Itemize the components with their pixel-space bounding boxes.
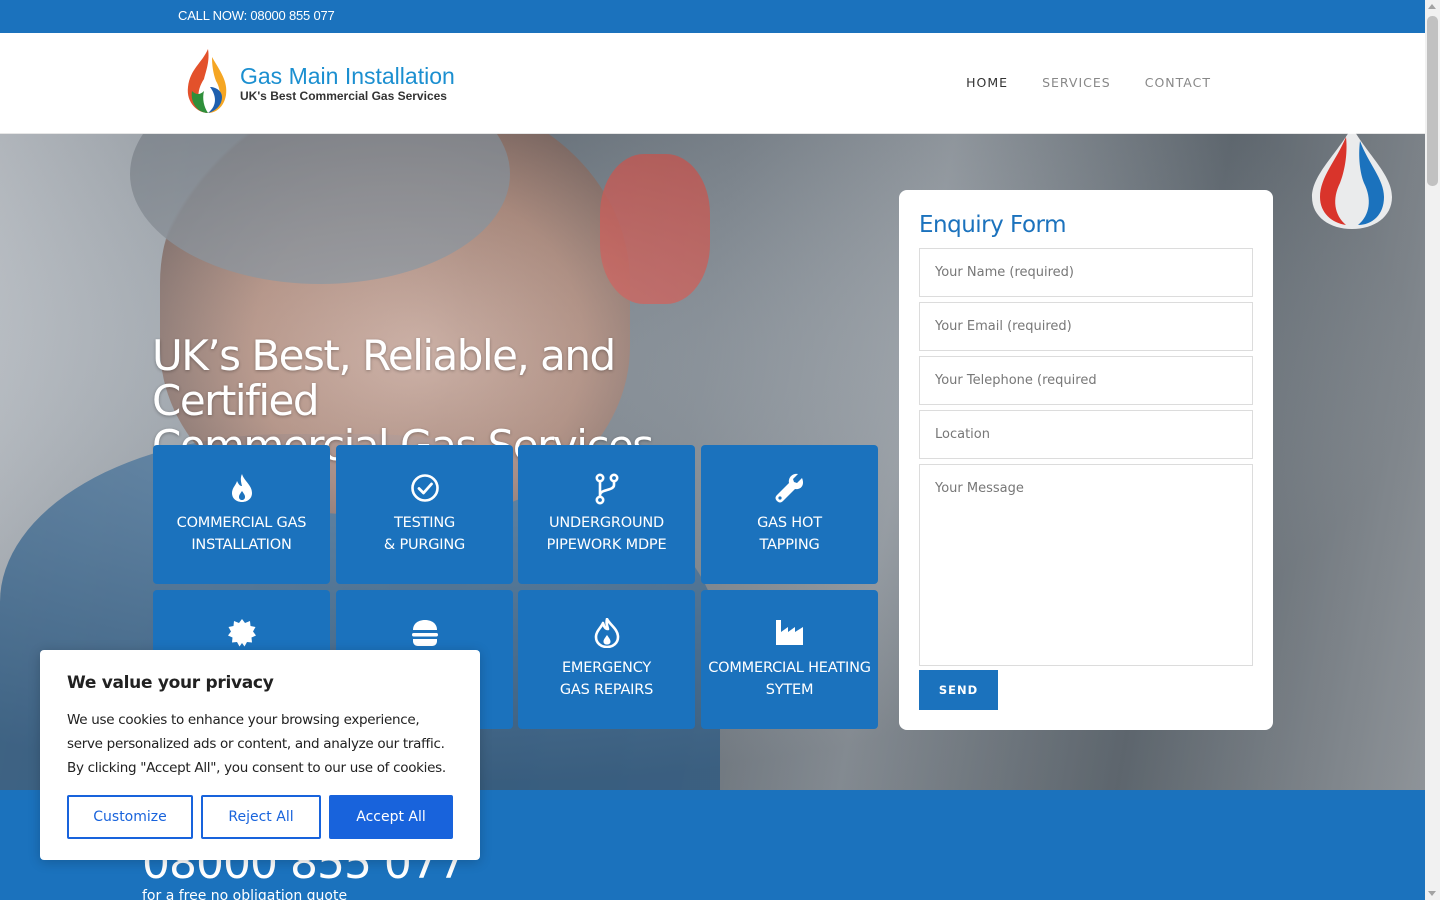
burger-icon	[411, 620, 438, 646]
accept-all-button[interactable]: Accept All	[329, 795, 453, 839]
page-scrollbar[interactable]	[1425, 0, 1440, 900]
nav-home[interactable]: HOME	[966, 75, 1008, 90]
fire-icon	[594, 618, 619, 648]
scrollbar-thumb[interactable]	[1427, 16, 1438, 186]
flame-logo-icon	[187, 49, 227, 113]
drop-logo-icon	[1312, 127, 1392, 229]
site-logo[interactable]: Gas Main Installation UK's Best Commerci…	[182, 47, 482, 117]
site-header: Gas Main Installation UK's Best Commerci…	[0, 33, 1425, 134]
main-nav: HOME SERVICES CONTACT	[966, 75, 1211, 90]
cookie-title: We value your privacy	[67, 673, 274, 693]
reject-all-button[interactable]: Reject All	[201, 795, 321, 839]
flame-icon	[231, 474, 252, 502]
service-tile-commercial-gas-installation[interactable]: COMMERCIAL GAS INSTALLATION	[153, 445, 330, 584]
check-circle-icon	[410, 474, 439, 502]
cookie-text: We use cookies to enhance your browsing …	[67, 712, 446, 776]
wrench-icon	[775, 473, 803, 503]
nav-contact[interactable]: CONTACT	[1145, 75, 1211, 90]
industry-icon	[775, 620, 803, 645]
service-tile-underground-pipework[interactable]: UNDERGROUND PIPEWORK MDPE	[518, 445, 695, 584]
cookie-consent-banner: We value your privacy We use cookies to …	[40, 650, 480, 860]
customize-button[interactable]: Customize	[67, 795, 193, 839]
name-input[interactable]	[919, 248, 1253, 297]
service-tile-gas-hot-tapping[interactable]: GAS HOT TAPPING	[701, 445, 878, 584]
email-input[interactable]	[919, 302, 1253, 351]
logo-tagline: UK's Best Commercial Gas Services	[240, 89, 447, 103]
logo-name: Gas Main Installation	[240, 63, 455, 89]
form-title: Enquiry Form	[919, 212, 1067, 238]
service-tile-testing-purging[interactable]: TESTING & PURGING	[336, 445, 513, 584]
telephone-input[interactable]	[919, 356, 1253, 405]
service-tile-emergency-gas-repairs[interactable]: EMERGENCY GAS REPAIRS	[518, 590, 695, 729]
call-now-text[interactable]: CALL NOW: 08000 855 077	[178, 8, 335, 23]
code-branch-icon	[594, 473, 619, 505]
top-bar: CALL NOW: 08000 855 077	[0, 0, 1425, 33]
message-textarea[interactable]	[919, 464, 1253, 666]
location-input[interactable]	[919, 410, 1253, 459]
band-subtext: for a free no obligation quote	[142, 888, 348, 900]
scroll-down-arrow-icon[interactable]	[1428, 891, 1436, 896]
enquiry-form: Enquiry Form SEND	[899, 190, 1273, 730]
nav-services[interactable]: SERVICES	[1042, 75, 1111, 90]
scroll-up-arrow-icon[interactable]	[1428, 4, 1436, 9]
service-tile-commercial-heating-system[interactable]: COMMERCIAL HEATING SYTEM	[701, 590, 878, 729]
certificate-icon	[227, 619, 256, 647]
send-button[interactable]: SEND	[919, 670, 998, 710]
